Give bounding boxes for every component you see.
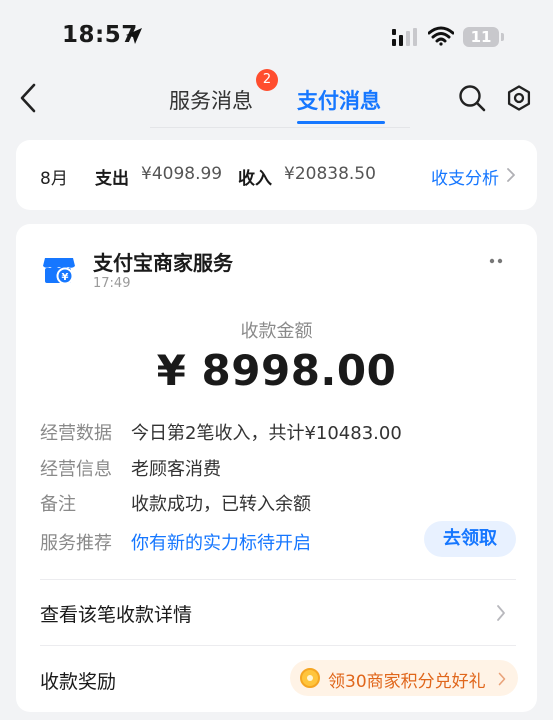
row-value-remark: 收款成功，已转入余额: [131, 494, 311, 515]
expense-value: ¥4098.99: [141, 164, 223, 184]
reward-offer-button[interactable]: 领30商家积分兑好礼: [290, 660, 518, 696]
view-detail-link[interactable]: 查看该笔收款详情: [40, 600, 192, 627]
payment-message-card: ¥ 支付宝商家服务 17:49 收款金额 ¥ 8998.00 经营数据 今日第2…: [16, 224, 537, 712]
chevron-right-icon: [507, 168, 515, 182]
reward-label: 收款奖励: [40, 671, 117, 693]
reward-offer-text: 领30商家积分兑好礼: [328, 672, 486, 692]
status-bar: 18:57 11: [0, 0, 553, 70]
coin-icon: [300, 668, 320, 688]
search-icon[interactable]: [458, 84, 486, 112]
message-time: 17:49: [93, 276, 131, 291]
row-value-business-info: 老顾客消费: [131, 459, 221, 480]
expense-label: 支出: [95, 169, 129, 189]
monthly-summary-card: 8月 支出 ¥4098.99 收入 ¥20838.50 收支分析: [16, 140, 537, 210]
row-label-remark: 备注: [40, 494, 76, 515]
back-icon[interactable]: [18, 82, 40, 114]
row-label-business-data: 经营数据: [40, 423, 112, 444]
svg-text:¥: ¥: [62, 272, 69, 283]
divider: [40, 645, 516, 646]
income-label: 收入: [238, 169, 272, 189]
row-label-business-info: 经营信息: [40, 459, 112, 480]
row-label-recommendation: 服务推荐: [40, 533, 112, 554]
signal-icon: [392, 28, 417, 46]
location-arrow-icon: [126, 28, 142, 44]
battery-tip: [501, 33, 504, 41]
divider: [40, 579, 516, 580]
summary-month[interactable]: 8月: [40, 164, 68, 189]
battery-icon: 11: [463, 27, 499, 47]
gear-icon[interactable]: [505, 84, 533, 112]
tab-service-messages[interactable]: 服务消息: [169, 85, 253, 115]
income-value: ¥20838.50: [284, 164, 376, 184]
analysis-link[interactable]: 收支分析: [431, 164, 499, 189]
row-value-business-data: 今日第2笔收入，共计¥10483.00: [131, 423, 402, 444]
unread-badge: 2: [256, 69, 278, 91]
tab-payment-messages[interactable]: 支付消息: [297, 85, 381, 115]
chevron-right-icon: [498, 672, 506, 686]
recommendation-link[interactable]: 你有新的实力标待开启: [131, 529, 311, 555]
nav-divider: [150, 127, 410, 128]
wifi-icon: [428, 26, 454, 46]
active-tab-indicator: [297, 121, 385, 124]
claim-button[interactable]: 去领取: [424, 521, 516, 557]
chevron-right-icon: [497, 605, 505, 621]
more-icon[interactable]: [488, 257, 504, 265]
merchant-name: 支付宝商家服务: [93, 251, 233, 275]
amount-value: ¥ 8998.00: [156, 346, 397, 395]
merchant-shop-icon: ¥: [43, 258, 75, 285]
amount-label: 收款金额: [240, 321, 313, 342]
